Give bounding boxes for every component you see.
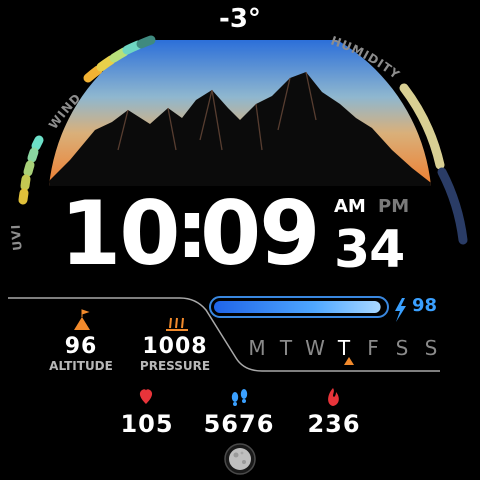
weekday-mon: M [248,336,266,360]
calories-value: 236 [307,410,361,438]
pm-label: PM [378,196,410,217]
weekday-tue: T [279,336,293,360]
altitude-value: 96 [64,334,98,359]
uvi-gauge [18,135,44,205]
battery-bar [209,296,389,318]
flame-icon [328,388,339,406]
weekday-fri: F [367,336,379,360]
pressure-gauge-icon [166,317,188,331]
steps-value: 5676 [203,410,275,438]
battery-value: 98 [412,295,438,316]
time-hours: 10 [60,182,180,285]
moon-phase-icon [224,443,256,475]
weekday-thu: T [337,336,351,360]
temperature: -3° [219,4,261,34]
pressure-value: 1008 [142,334,208,359]
weekday-sun: S [424,336,438,360]
mountain-flag-icon [74,309,90,330]
heart-rate-value: 105 [120,410,174,438]
weekday-wed: W [305,336,325,360]
pressure-label: PRESSURE [139,359,211,373]
heart-icon [139,389,153,404]
uvi-label: UVI [9,223,25,251]
am-label: AM [334,196,366,217]
altitude-label: ALTITUDE [49,359,113,373]
time-seconds: 34 [334,220,405,280]
time-minutes: 09 [200,182,320,285]
lightning-bolt-icon [395,298,406,322]
weekday-row: M T W T F S S [244,336,444,360]
footsteps-icon [231,389,248,406]
weekday-sat: S [395,336,409,360]
